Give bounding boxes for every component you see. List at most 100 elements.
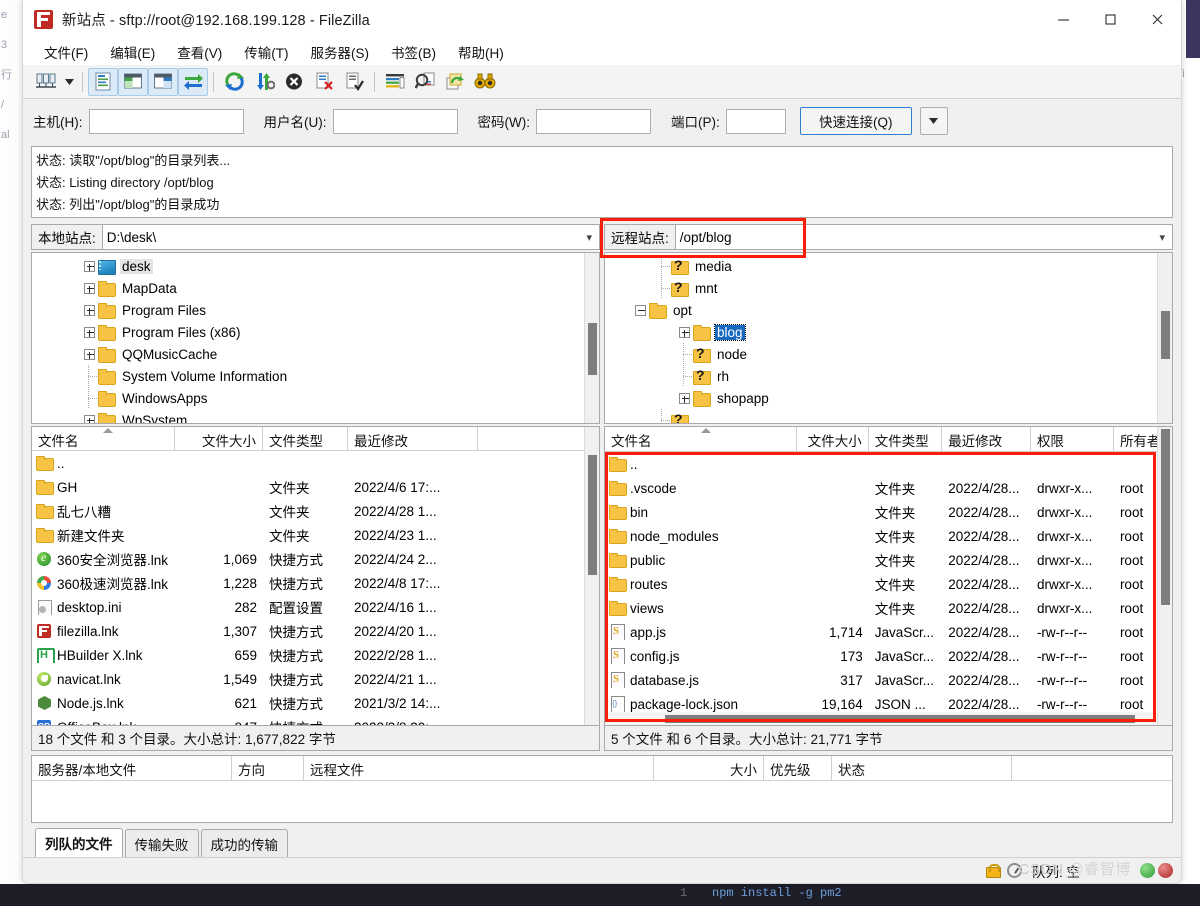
remote-file-list[interactable]: 文件名 文件大小 文件类型 最近修改 权限 所有者 .. .vscode 文件夹 2022/4/… (604, 426, 1173, 726)
host-input[interactable] (88, 108, 244, 134)
collapse-icon[interactable] (631, 299, 649, 321)
scroll-thumb[interactable] (1161, 311, 1170, 359)
table-row[interactable]: .vscode 文件夹 2022/4/28... drwxr-x... root (605, 476, 1172, 500)
column-header-文件名[interactable]: 文件名 (32, 427, 175, 450)
plus-icon[interactable] (83, 282, 95, 294)
scroll-thumb[interactable] (588, 323, 597, 375)
table-row[interactable]: routes 文件夹 2022/4/28... drwxr-x... root (605, 572, 1172, 596)
scroll-thumb[interactable] (1161, 429, 1170, 605)
tree-node-Program Files (x86)[interactable]: Program Files (x86) (32, 321, 584, 343)
remote-directory-tree[interactable]: media mntopt blog node rh shopapp (604, 252, 1173, 424)
tab-successful-transfers[interactable]: 成功的传输 (200, 829, 288, 859)
transfer-queue-header[interactable]: 服务器/本地文件 方向 远程文件 大小 优先级 状态 (32, 756, 1172, 781)
close-icon[interactable] (1134, 0, 1181, 39)
tree-node-node[interactable]: node (605, 343, 1157, 365)
local-file-list[interactable]: 文件名 文件大小 文件类型 最近修改 .. GH 文件夹 2022/4/6 17:... 乱七… (31, 426, 600, 726)
table-row[interactable]: 360极速浏览器.lnk 1,228 快捷方式 2022/4/8 17:... (32, 571, 599, 595)
scroll-thumb[interactable] (588, 455, 597, 575)
dropdown-caret-icon[interactable] (61, 68, 77, 96)
expand-icon[interactable] (675, 387, 693, 409)
expand-icon[interactable] (80, 343, 98, 365)
queue-column-方向[interactable]: 方向 (232, 756, 304, 780)
site-manager-icon[interactable] (31, 68, 61, 96)
tree-node-WpSystem[interactable]: WpSystem (32, 409, 584, 423)
tree-node-media[interactable]: media (605, 255, 1157, 277)
local-path-combobox[interactable]: D:\desk\ ▾ (101, 224, 600, 250)
remote-list-scrollbar[interactable] (1157, 427, 1172, 725)
expand-icon[interactable] (80, 321, 98, 343)
tree-node-System Volume Information[interactable]: System Volume Information (32, 365, 584, 387)
tree-node-shopapp[interactable]: shopapp (605, 387, 1157, 409)
tab-queued-files[interactable]: 列队的文件 (35, 828, 123, 859)
tree-node-mnt[interactable]: mnt (605, 277, 1157, 299)
menu-file[interactable]: 文件(F) (33, 40, 99, 64)
tree-node-rh[interactable]: rh (605, 365, 1157, 387)
tree-node-blog[interactable]: blog (605, 321, 1157, 343)
synchronized-browsing-icon[interactable] (440, 68, 470, 96)
column-header-文件类型[interactable]: 文件类型 (263, 427, 348, 450)
remote-list-hscrollbar[interactable] (605, 712, 1172, 725)
message-log[interactable]: 状态: 读取"/opt/blog"的目录列表... 状态: Listing di… (31, 146, 1173, 218)
toggle-transfer-queue-icon[interactable] (178, 67, 208, 96)
expand-icon[interactable] (80, 277, 98, 299)
transfer-queue[interactable]: 服务器/本地文件 方向 远程文件 大小 优先级 状态 (31, 755, 1173, 823)
plus-icon[interactable] (83, 304, 95, 316)
tree-node-QQMusicCache[interactable]: QQMusicCache (32, 343, 584, 365)
plus-icon[interactable] (83, 260, 95, 272)
table-row[interactable]: database.js 317 JavaScr... 2022/4/28... -rw-… (605, 668, 1172, 692)
minimize-icon[interactable] (1040, 0, 1087, 39)
expand-icon[interactable] (80, 299, 98, 321)
table-row[interactable]: views 文件夹 2022/4/28... drwxr-x... root (605, 596, 1172, 620)
find-files-icon[interactable] (470, 68, 500, 96)
expand-icon[interactable] (80, 409, 98, 423)
table-row[interactable]: HBuilder X.lnk 659 快捷方式 2022/2/28 1... (32, 643, 599, 667)
expand-icon[interactable] (675, 321, 693, 343)
cancel-operation-icon[interactable] (279, 68, 309, 96)
column-header-最近修改[interactable]: 最近修改 (348, 427, 478, 450)
table-row[interactable]: GH 文件夹 2022/4/6 17:... (32, 475, 599, 499)
expand-icon[interactable] (80, 255, 98, 277)
tree-node-MapData[interactable]: MapData (32, 277, 584, 299)
plus-icon[interactable] (83, 414, 95, 423)
local-file-list-body[interactable]: .. GH 文件夹 2022/4/6 17:... 乱七八糟 文件夹 2022/4/28 1… (32, 451, 599, 725)
table-row[interactable]: .. (605, 452, 1172, 476)
toggle-local-tree-icon[interactable] (118, 67, 148, 96)
tree-node-unnamed[interactable] (605, 409, 1157, 423)
refresh-icon[interactable] (219, 68, 249, 96)
table-row[interactable]: Node.js.lnk 621 快捷方式 2021/3/2 14:... (32, 691, 599, 715)
quickconnect-history-dropdown[interactable] (919, 107, 948, 135)
plus-icon[interactable] (83, 326, 95, 338)
table-row[interactable]: navicat.lnk 1,549 快捷方式 2022/4/21 1... (32, 667, 599, 691)
table-row[interactable]: 乱七八糟 文件夹 2022/4/28 1... (32, 499, 599, 523)
local-directory-tree[interactable]: desk MapData Program Files Program Files (x… (31, 252, 600, 424)
tree-node-opt[interactable]: opt (605, 299, 1157, 321)
plus-icon[interactable] (678, 392, 690, 404)
table-row[interactable]: 新建文件夹 文件夹 2022/4/23 1... (32, 523, 599, 547)
menu-view[interactable]: 查看(V) (166, 40, 233, 64)
menu-help[interactable]: 帮助(H) (447, 40, 515, 64)
table-row[interactable]: filezilla.lnk 1,307 快捷方式 2022/4/20 1... (32, 619, 599, 643)
column-header-文件大小[interactable]: 文件大小 (175, 427, 263, 450)
chevron-down-icon[interactable]: ▾ (1159, 231, 1168, 244)
table-row[interactable]: .. (32, 451, 599, 475)
menu-server[interactable]: 服务器(S) (300, 40, 381, 64)
column-header-最近修改[interactable]: 最近修改 (942, 427, 1031, 451)
maximize-icon[interactable] (1087, 0, 1134, 39)
password-input[interactable] (535, 108, 651, 134)
minus-icon[interactable] (634, 304, 646, 316)
scroll-thumb[interactable] (665, 715, 1135, 723)
column-header-文件大小[interactable]: 文件大小 (797, 427, 869, 451)
toggle-message-log-icon[interactable] (88, 67, 118, 96)
table-row[interactable]: bin 文件夹 2022/4/28... drwxr-x... root (605, 500, 1172, 524)
table-row[interactable]: app.js 1,714 JavaScr... 2022/4/28... -rw-r--… (605, 620, 1172, 644)
queue-column-服务器/本地文件[interactable]: 服务器/本地文件 (32, 756, 232, 780)
toggle-remote-tree-icon[interactable] (148, 67, 178, 96)
column-header-文件类型[interactable]: 文件类型 (869, 427, 943, 451)
menu-bookmarks[interactable]: 书签(B) (380, 40, 447, 64)
tree-node-WindowsApps[interactable]: WindowsApps (32, 387, 584, 409)
process-queue-icon[interactable] (249, 68, 279, 96)
plus-icon[interactable] (83, 348, 95, 360)
queue-column-优先级[interactable]: 优先级 (764, 756, 832, 780)
disconnect-icon[interactable] (309, 68, 339, 96)
local-list-scrollbar[interactable] (584, 427, 599, 725)
